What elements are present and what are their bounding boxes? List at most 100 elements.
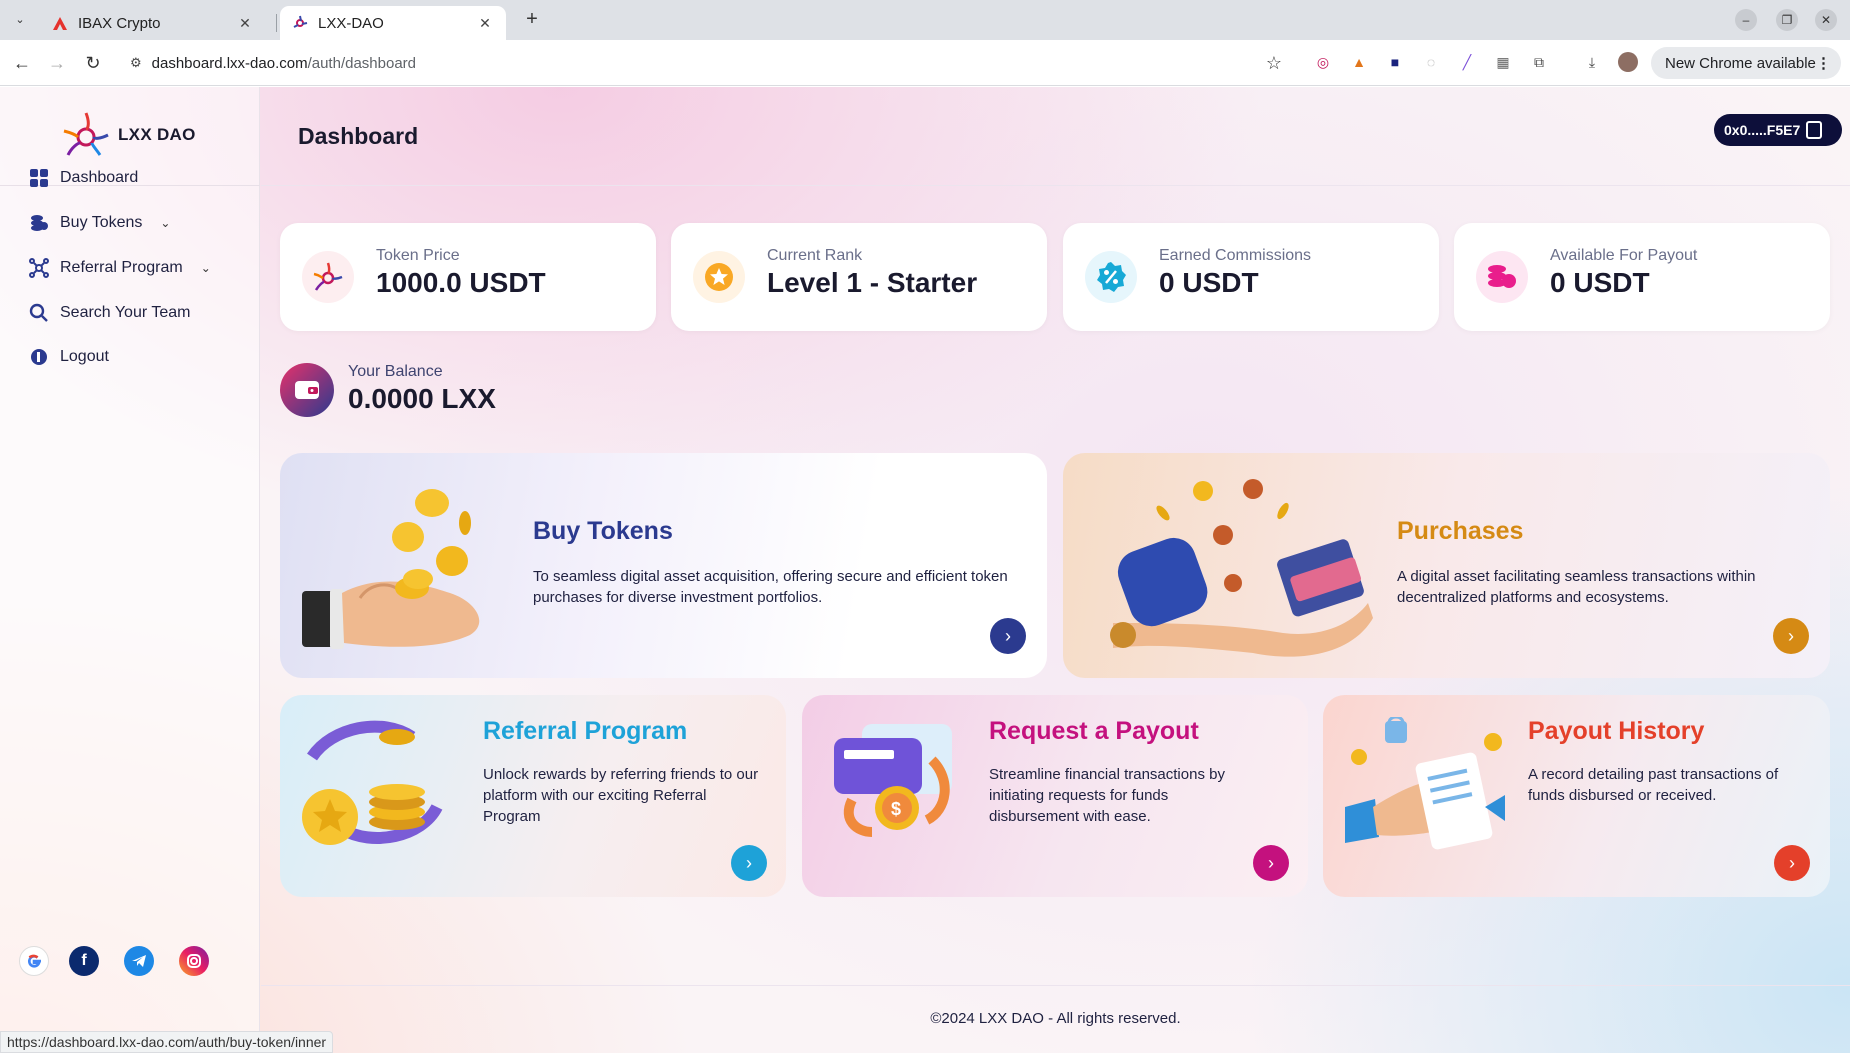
feature-description: To seamless digital asset acquisition, o… [533,568,1008,606]
sidebar-item-search-your-team[interactable]: Search Your Team [28,302,190,324]
chevron-right-icon[interactable]: › [1253,845,1289,881]
chevron-right-icon[interactable]: › [990,618,1026,654]
wallet-icon [280,363,334,417]
balance-value: 0.0000 LXX [348,383,496,414]
feature-description: Streamline financial transactions by ini… [989,766,1225,825]
page-header: Dashboard 0x0.....F5E7 [261,87,1850,186]
feature-card-purchases[interactable]: Purchases A digital asset facilitating s… [1063,453,1830,678]
brand-logo[interactable]: LXX DAO [60,109,196,161]
feature-description: A digital asset facilitating seamless tr… [1397,568,1756,606]
update-label: New Chrome available [1665,54,1816,72]
sidebar-item-referral-program[interactable]: Referral Program ⌄ [28,257,211,279]
extension-icon-6[interactable]: ▦ [1493,52,1513,72]
url-text: dashboard.lxx-dao.com/auth/dashboard [151,54,416,72]
extension-icon-4[interactable]: ◌ [1421,52,1441,72]
stat-label: Available For Payout [1550,247,1698,264]
sidebar-item-label: Dashboard [60,169,139,186]
stat-card-token-price: Token Price 1000.0 USDT [280,223,656,331]
stat-value: 1000.0 USDT [376,267,546,298]
card-exchange-icon: $ [832,720,962,840]
bookmark-star-icon[interactable]: ☆ [1262,51,1286,75]
sidebar-item-label: Referral Program [60,259,183,276]
browser-toolbar: ← → ↻ ⚙ dashboard.lxx-dao.com/auth/dashb… [0,40,1850,86]
feature-card-buy-tokens[interactable]: Buy Tokens To seamless digital asset acq… [280,453,1047,678]
feature-card-payout-history[interactable]: Payout History A record detailing past t… [1323,695,1830,897]
extensions-puzzle-icon[interactable]: ⧉ [1529,52,1549,72]
copy-icon[interactable] [1806,121,1823,139]
download-icon[interactable]: ⤓ [1582,52,1602,72]
footer-copyright: ©2024 LXX DAO - All rights reserved. [930,1010,1181,1027]
new-tab-button[interactable]: + [520,8,544,32]
feature-card-request-a-payout[interactable]: $ Request a Payout Streamline financial … [802,695,1308,897]
sidebar: LXX DAO Dashboard Buy Tokens ⌄ Referral … [0,87,260,1053]
feature-title: Buy Tokens [533,517,673,545]
stat-card-available-for-payout: Available For Payout 0 USDT [1454,223,1830,331]
google-icon[interactable] [19,946,49,976]
footer-divider [261,985,1850,986]
extension-icon-1[interactable]: ◎ [1313,52,1333,72]
browser-tab-lxx[interactable]: LXX-DAO ✕ [280,6,506,40]
stat-label: Token Price [376,247,460,264]
stat-label: Current Rank [767,247,863,264]
feature-description: Unlock rewards by referring friends to o… [483,766,759,825]
svg-text:$: $ [891,799,901,819]
feature-title: Payout History [1528,717,1705,745]
hands-with-wallet-icon [1083,473,1383,663]
profile-avatar[interactable] [1618,52,1638,72]
facebook-icon[interactable]: f [69,946,99,976]
stat-label: Earned Commissions [1159,247,1312,264]
grid-icon [28,167,50,189]
wallet-address-button[interactable]: 0x0.....F5E7 [1714,114,1842,146]
link-status-bar: https://dashboard.lxx-dao.com/auth/buy-t… [0,1031,334,1053]
app-root: LXX DAO Dashboard Buy Tokens ⌄ Referral … [0,87,1850,1053]
instagram-icon[interactable] [179,946,209,976]
telegram-icon[interactable] [124,946,154,976]
minimize-icon[interactable]: – [1735,9,1757,31]
menu-kebab-icon[interactable]: ⋮ [1816,54,1831,72]
forward-icon[interactable]: → [45,51,69,75]
sidebar-item-label: Buy Tokens [60,214,143,231]
tab-search-dropdown[interactable]: ⌄ [9,8,31,30]
browser-tab-ibax[interactable]: IBAX Crypto ✕ [40,6,266,40]
coins-icon [28,212,50,234]
address-bar[interactable]: ⚙ dashboard.lxx-dao.com/auth/dashboard [120,46,1315,80]
hand-with-receipt-icon [1345,715,1510,852]
stat-value: 0 USDT [1550,267,1650,298]
coins-stack-icon [1476,251,1528,303]
site-info-icon[interactable]: ⚙ [130,55,142,71]
close-tab-icon[interactable]: ✕ [236,15,254,32]
chevron-down-icon: ⌄ [200,261,211,275]
network-icon [28,257,50,279]
sidebar-item-logout[interactable]: Logout [28,346,109,368]
extension-icon-5[interactable]: ╱ [1457,52,1477,72]
stat-value: 0 USDT [1159,267,1259,298]
close-window-icon[interactable]: ✕ [1815,9,1837,31]
feature-description: A record detailing past transactions of … [1528,766,1779,804]
extension-icon-3[interactable]: ■ [1385,52,1405,72]
chrome-update-button[interactable]: New Chrome available ⋮ [1651,47,1841,79]
chevron-right-icon[interactable]: › [1774,845,1810,881]
sidebar-item-buy-tokens[interactable]: Buy Tokens ⌄ [28,212,170,234]
sidebar-item-dashboard[interactable]: Dashboard [28,167,138,189]
close-tab-icon[interactable]: ✕ [476,15,494,32]
ibax-favicon-icon [52,15,68,31]
chevron-right-icon[interactable]: › [731,845,767,881]
rank-star-icon [693,251,745,303]
logout-icon [28,346,50,368]
reload-icon[interactable]: ↻ [81,51,105,75]
metamask-icon[interactable]: ▲ [1349,52,1369,72]
feature-card-referral-program[interactable]: Referral Program Unlock rewards by refer… [280,695,786,897]
sidebar-item-label: Search Your Team [60,304,191,321]
tab-title: LXX-DAO [318,14,384,32]
coins-cycle-icon [302,717,447,852]
stat-card-earned-commissions: Earned Commissions 0 USDT [1063,223,1439,331]
back-icon[interactable]: ← [10,51,34,75]
browser-tabbar: ⌄ IBAX Crypto ✕ LXX-DAO ✕ + – ❐ ✕ [0,0,1850,40]
sidebar-item-label: Logout [60,348,109,365]
restore-icon[interactable]: ❐ [1776,9,1798,31]
stat-value: Level 1 - Starter [767,267,978,298]
percent-badge-icon [1085,251,1137,303]
chevron-right-icon[interactable]: › [1773,618,1809,654]
tab-title: IBAX Crypto [78,14,161,32]
feature-title: Purchases [1397,517,1524,545]
